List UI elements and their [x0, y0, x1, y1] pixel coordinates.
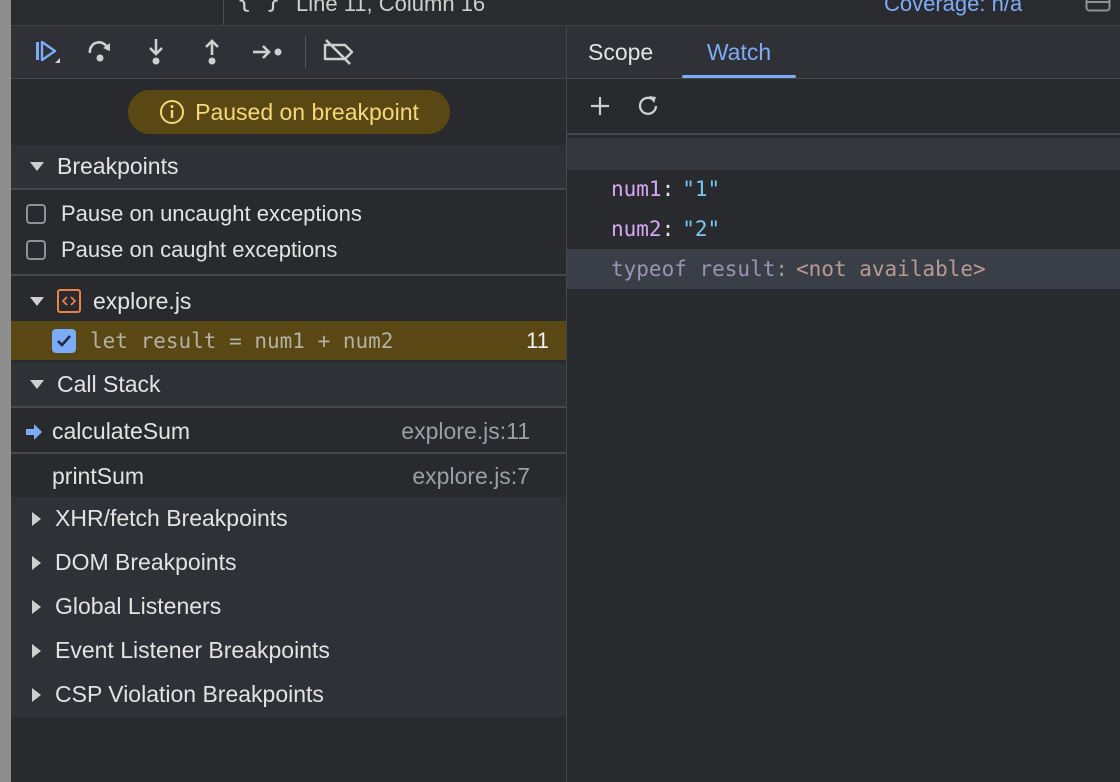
- section-title: Call Stack: [57, 371, 161, 397]
- step-out-button[interactable]: [195, 36, 229, 68]
- pause-uncaught-checkbox[interactable]: [26, 204, 46, 224]
- step-into-icon: [149, 39, 163, 65]
- breakpoint-file-row[interactable]: explore.js: [11, 281, 566, 321]
- xhr-breakpoints-section-header[interactable]: XHR/fetch Breakpoints: [11, 497, 566, 540]
- frame-location[interactable]: explore.js:11: [401, 418, 530, 445]
- status-divider: [223, 0, 224, 25]
- frame-location[interactable]: explore.js:7: [412, 463, 530, 490]
- breakpoint-line-number: 11: [526, 327, 549, 353]
- call-stack-section-header[interactable]: Call Stack: [11, 363, 566, 406]
- watch-input-row[interactable]: [567, 138, 1120, 170]
- paused-badge: Paused on breakpoint: [128, 90, 450, 134]
- status-bar: { } Line 11, Column 16 Coverage: n/a: [11, 0, 1120, 26]
- step-over-button[interactable]: [83, 36, 117, 68]
- dom-breakpoints-section-header[interactable]: DOM Breakpoints: [11, 541, 566, 584]
- watch-value: "1": [682, 177, 721, 201]
- expand-arrow-icon: [30, 380, 44, 389]
- sidebar-tabs: Scope Watch: [567, 26, 1120, 79]
- watch-separator: :: [661, 177, 675, 201]
- resume-icon: [36, 40, 60, 63]
- add-watch-expression-button[interactable]: [585, 91, 615, 121]
- breakpoint-item[interactable]: let result = num1 + num2 11: [11, 321, 566, 360]
- collapse-arrow-icon: [32, 511, 41, 526]
- debugger-sidebar: Paused on breakpoint Breakpoints Pause o…: [11, 26, 566, 782]
- watch-separator: :: [661, 217, 675, 241]
- window-edge: [0, 0, 11, 782]
- breakpoint-checkbox[interactable]: [52, 328, 76, 353]
- watch-name: num2: [611, 217, 662, 241]
- global-listeners-section-header[interactable]: Global Listeners: [11, 585, 566, 628]
- refresh-icon: [638, 96, 658, 115]
- watch-toolbar: [567, 79, 1120, 135]
- collapse-arrow-icon: [32, 643, 41, 658]
- file-name: explore.js: [93, 287, 192, 314]
- watch-separator: :: [775, 257, 789, 281]
- empty-area: [11, 717, 566, 782]
- pause-uncaught-option[interactable]: Pause on uncaught exceptions: [11, 196, 566, 232]
- current-frame-arrow-icon: [26, 424, 42, 440]
- csp-violation-breakpoints-section-header[interactable]: CSP Violation Breakpoints: [11, 673, 566, 716]
- step-icon: [253, 45, 282, 59]
- watch-expression[interactable]: num1: "1": [567, 169, 1120, 209]
- section-title: XHR/fetch Breakpoints: [55, 505, 288, 531]
- breakpoint-code: let result = num1 + num2: [90, 328, 394, 353]
- step-button[interactable]: [251, 36, 285, 68]
- paused-status-row: Paused on breakpoint: [11, 79, 566, 145]
- watch-expression[interactable]: typeof result: <not available>: [567, 249, 1120, 289]
- divider: [11, 274, 566, 276]
- collapsed-sections: XHR/fetch Breakpoints DOM Breakpoints Gl…: [11, 497, 566, 717]
- checkmark-icon: [57, 334, 71, 347]
- option-label: Pause on uncaught exceptions: [61, 201, 362, 226]
- collapse-arrow-icon: [32, 687, 41, 702]
- pretty-print-icon[interactable]: { }: [237, 0, 280, 14]
- active-tab-indicator: [682, 75, 796, 78]
- coverage-status[interactable]: Coverage: n/a: [884, 0, 1022, 17]
- section-title: Global Listeners: [55, 593, 222, 619]
- debug-toolbar: [11, 26, 566, 79]
- section-title: Breakpoints: [57, 153, 179, 179]
- divider: [11, 188, 566, 190]
- script-file-icon: [57, 289, 81, 313]
- deactivate-breakpoints-button[interactable]: [321, 36, 355, 68]
- step-out-icon: [205, 39, 219, 65]
- step-over-icon: [88, 41, 110, 62]
- divider: [11, 406, 566, 408]
- cursor-position: Line 11, Column 16: [296, 0, 486, 16]
- tab-watch[interactable]: Watch: [682, 26, 796, 78]
- expand-arrow-icon: [30, 162, 44, 171]
- section-title: Event Listener Breakpoints: [55, 637, 330, 663]
- pause-caught-checkbox[interactable]: [26, 240, 46, 260]
- option-label: Pause on caught exceptions: [61, 237, 338, 262]
- watch-expression[interactable]: num2: "2": [567, 209, 1120, 249]
- breakpoints-section-header[interactable]: Breakpoints: [11, 145, 566, 188]
- resume-button[interactable]: [29, 36, 63, 68]
- toolbar-separator: [305, 36, 306, 68]
- info-icon: [160, 100, 185, 124]
- refresh-watch-button[interactable]: [633, 91, 663, 121]
- event-listener-breakpoints-section-header[interactable]: Event Listener Breakpoints: [11, 629, 566, 672]
- toggle-drawer-icon[interactable]: [1085, 0, 1111, 12]
- watch-value: "2": [682, 217, 721, 241]
- frame-function: calculateSum: [52, 417, 191, 444]
- watch-pane: Scope Watch num1: "1" num2: "2" typeof res…: [567, 26, 1120, 782]
- watch-name: num1: [611, 177, 662, 201]
- section-title: DOM Breakpoints: [55, 549, 237, 575]
- watch-value: <not available>: [796, 257, 986, 281]
- expand-arrow-icon: [30, 296, 44, 306]
- collapse-arrow-icon: [32, 599, 41, 614]
- plus-icon: [591, 97, 609, 115]
- call-frame[interactable]: calculateSum explore.js:11: [11, 409, 566, 453]
- paused-message: Paused on breakpoint: [195, 98, 419, 125]
- tab-scope[interactable]: Scope: [588, 26, 653, 78]
- step-into-button[interactable]: [139, 36, 173, 68]
- call-frame[interactable]: printSum explore.js:7: [11, 454, 566, 498]
- collapse-arrow-icon: [32, 555, 41, 570]
- pause-caught-option[interactable]: Pause on caught exceptions: [11, 232, 566, 268]
- section-title: CSP Violation Breakpoints: [55, 681, 324, 707]
- watch-name: typeof result: [611, 257, 776, 281]
- deactivate-breakpoints-icon: [323, 39, 354, 65]
- frame-function: printSum: [52, 462, 145, 489]
